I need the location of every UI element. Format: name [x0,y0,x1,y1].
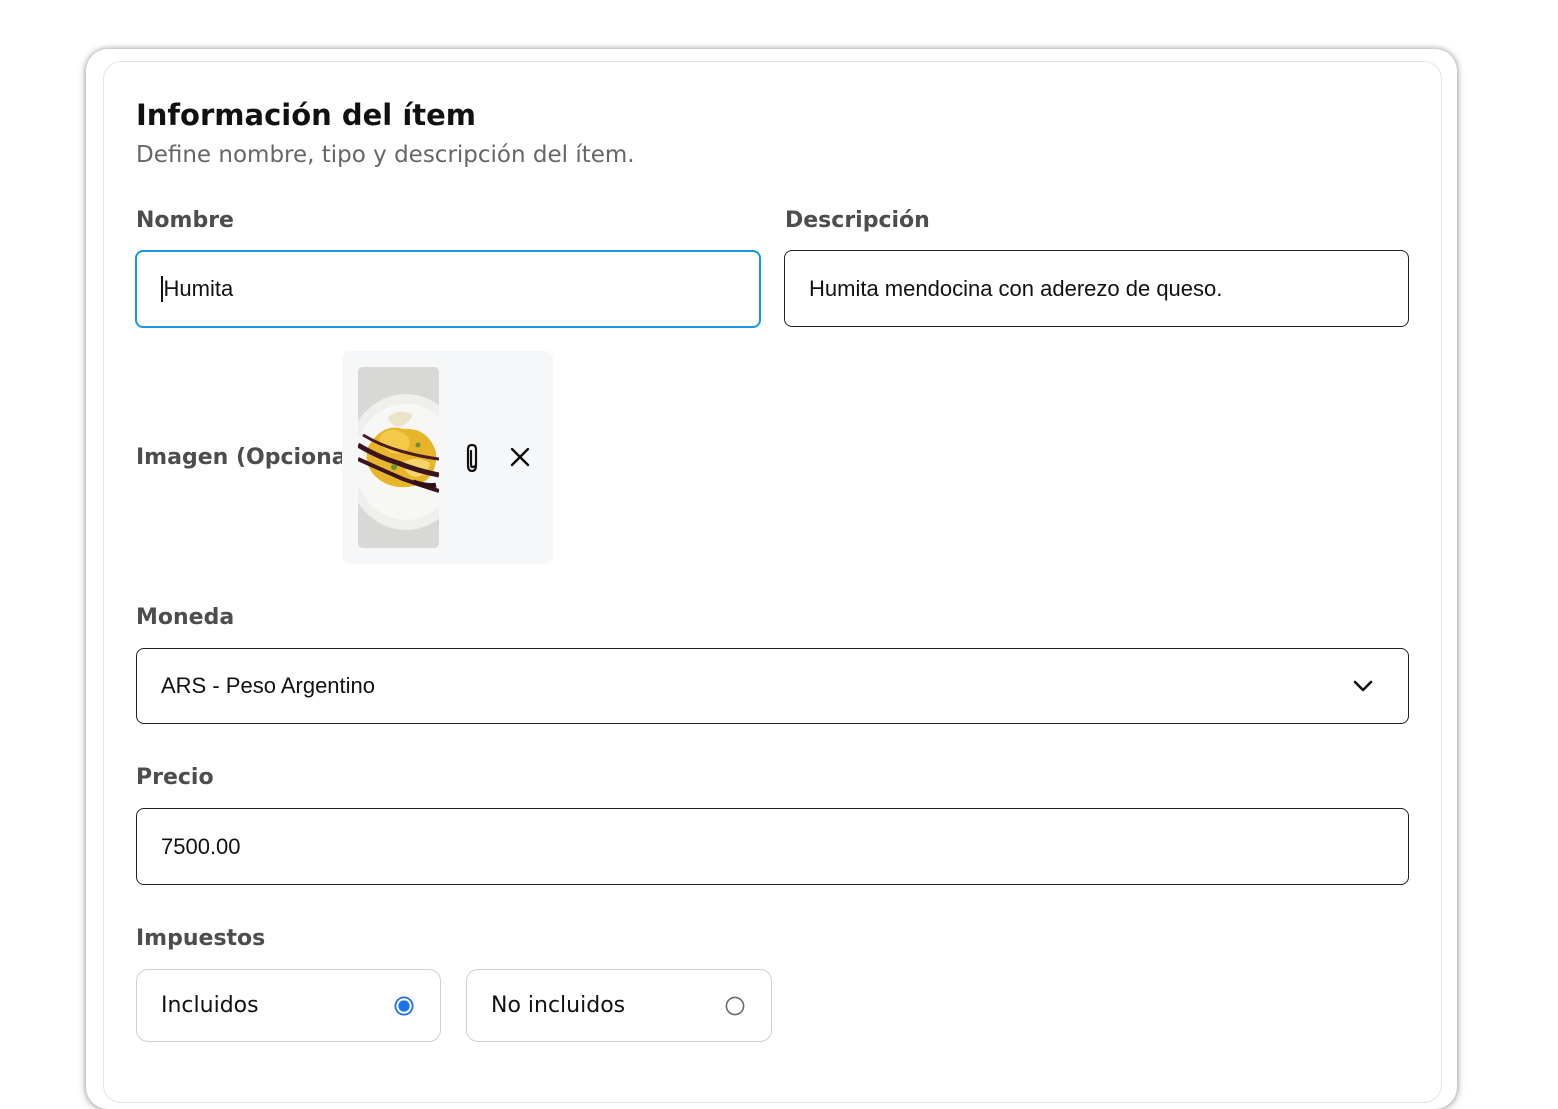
item-info-card [103,61,1442,1103]
imagen-label: Imagen (Opcional) [136,445,365,470]
descripcion-input[interactable]: Humita mendocina con aderezo de queso. [784,250,1409,327]
text-caret [161,276,163,302]
paperclip-icon[interactable] [458,440,486,476]
incluidos-label: Incluidos [161,993,259,1018]
section-subtitle: Define nombre, tipo y descripción del ít… [136,142,635,168]
impuestos-label: Impuestos [136,926,266,951]
moneda-select[interactable]: ARS - Peso Argentino [136,648,1409,724]
section-title: Información del ítem [136,98,477,132]
nombre-value: Humita [163,276,234,301]
descripcion-label: Descripción [785,208,930,233]
chevron-down-icon [1353,680,1373,692]
close-icon[interactable] [506,443,534,471]
radio-selected-icon[interactable] [394,995,414,1016]
precio-value: 7500.00 [161,833,241,859]
moneda-label: Moneda [136,605,235,630]
no-incluidos-label: No incluidos [491,993,626,1018]
image-thumbnail [358,367,439,548]
precio-input[interactable]: 7500.00 [136,808,1409,885]
precio-label: Precio [136,765,214,790]
impuestos-option-incluidos[interactable]: Incluidos [136,969,441,1042]
nombre-input[interactable]: Humita [135,250,761,328]
descripcion-value: Humita mendocina con aderezo de queso. [809,275,1223,301]
impuestos-option-no-incluidos[interactable]: No incluidos [466,969,772,1042]
nombre-label: Nombre [136,208,234,233]
moneda-selected-value: ARS - Peso Argentino [161,673,376,698]
radio-unselected-icon[interactable] [725,996,745,1016]
